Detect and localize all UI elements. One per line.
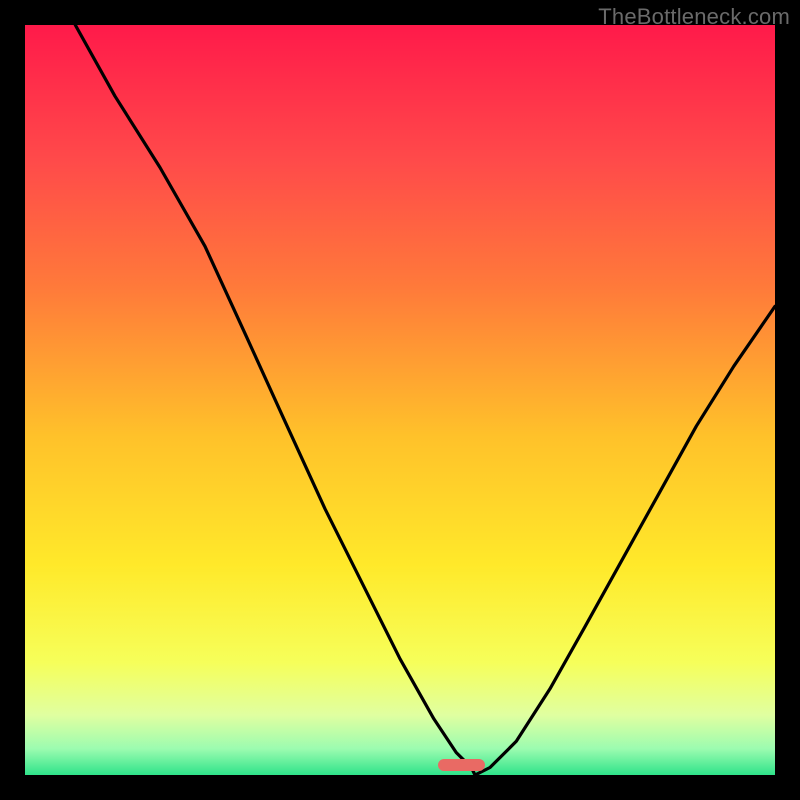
plot-area (25, 25, 775, 775)
bottleneck-curve (25, 25, 775, 775)
minimum-marker (438, 759, 485, 771)
chart-frame: TheBottleneck.com (0, 0, 800, 800)
